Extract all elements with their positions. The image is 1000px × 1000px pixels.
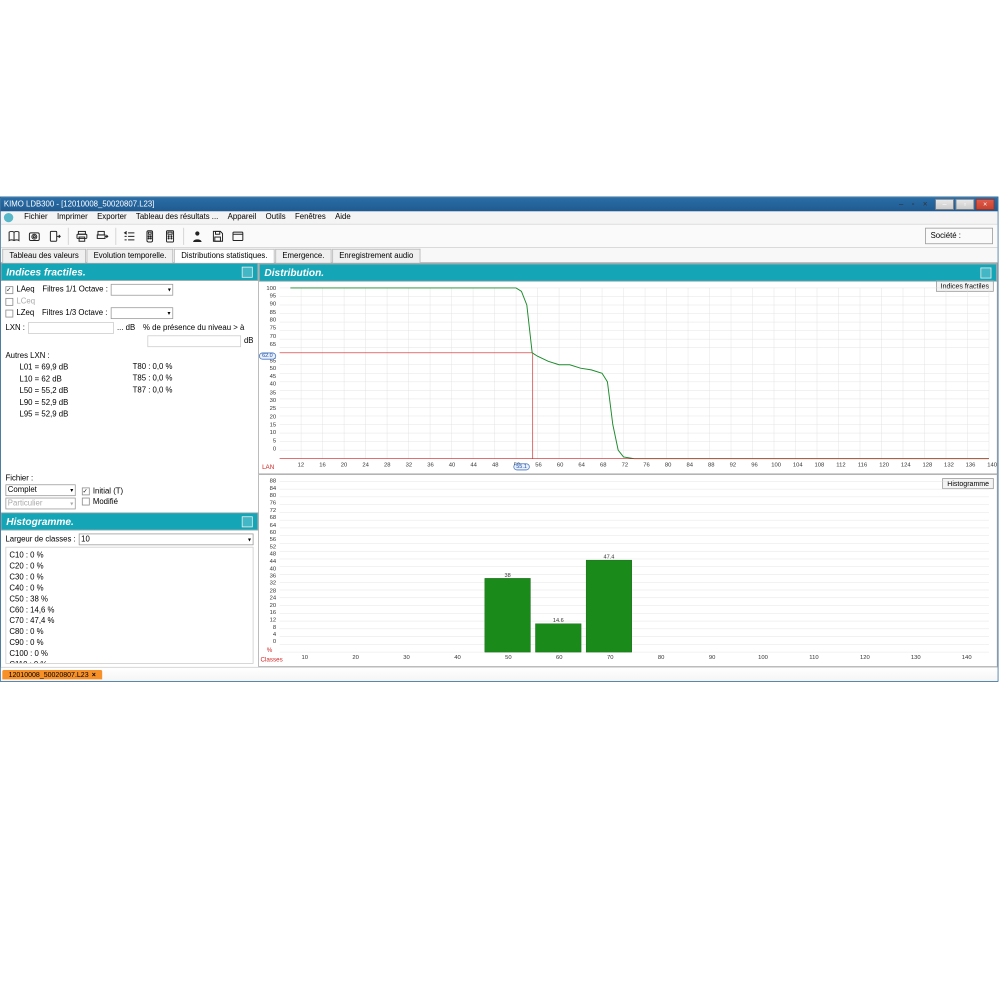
app-window: KIMO LDB300 - [12010008_50020807.L23] – … bbox=[0, 197, 998, 682]
tab-distributions[interactable]: Distributions statistiques. bbox=[174, 249, 274, 263]
lxn-input[interactable] bbox=[28, 322, 114, 334]
y-marker: 62.0 bbox=[259, 353, 276, 360]
combo-filter13[interactable]: ▾ bbox=[111, 307, 173, 319]
list-item: C20 : 0 % bbox=[9, 562, 249, 573]
x-marker: 55.1 bbox=[513, 463, 530, 470]
list-item: C90 : 0 % bbox=[9, 638, 249, 649]
checkbox-initial[interactable] bbox=[82, 487, 90, 495]
menu-item[interactable]: Aide bbox=[335, 213, 351, 222]
copy-icon[interactable] bbox=[980, 267, 991, 278]
tab-audio[interactable]: Enregistrement audio bbox=[332, 249, 420, 263]
tab-emergence[interactable]: Emergence. bbox=[275, 249, 331, 263]
list-item: C30 : 0 % bbox=[9, 573, 249, 584]
minimize-button[interactable]: – bbox=[935, 199, 954, 210]
svg-text:38: 38 bbox=[505, 572, 511, 578]
list-item: C10 : 0 % bbox=[9, 551, 249, 562]
window-title: KIMO LDB300 - [12010008_50020807.L23] bbox=[4, 200, 154, 209]
histogramme-chart: Histogramme 3814.647.4048121620242832364… bbox=[258, 474, 997, 667]
window-icon[interactable] bbox=[229, 227, 246, 244]
mdi-child-buttons[interactable]: – ▫ × bbox=[899, 200, 931, 209]
camera-icon[interactable] bbox=[26, 227, 43, 244]
copy-icon[interactable] bbox=[242, 266, 253, 277]
copy-icon[interactable] bbox=[242, 516, 253, 527]
print-export-icon[interactable] bbox=[94, 227, 111, 244]
list-item: C40 : 0 % bbox=[9, 583, 249, 594]
list-item: C110 : 0 % bbox=[9, 660, 249, 664]
svg-text:14.6: 14.6 bbox=[553, 618, 564, 624]
close-button[interactable]: × bbox=[976, 199, 995, 210]
checkbox-laeq[interactable] bbox=[5, 286, 13, 294]
menu-item[interactable]: Imprimer bbox=[57, 213, 88, 222]
device-icon[interactable] bbox=[141, 227, 158, 244]
close-icon[interactable]: × bbox=[92, 670, 96, 678]
list-item: C70 : 47,4 % bbox=[9, 616, 249, 627]
menu-item[interactable]: Outils bbox=[266, 213, 286, 222]
titlebar[interactable]: KIMO LDB300 - [12010008_50020807.L23] – … bbox=[1, 197, 998, 211]
menubar: Fichier Imprimer Exporter Tableau des ré… bbox=[1, 211, 998, 224]
toolbar: Société : bbox=[1, 225, 998, 248]
indices-header: Indices fractiles. bbox=[1, 263, 258, 281]
menu-item[interactable]: Exporter bbox=[97, 213, 126, 222]
task-tab[interactable]: 12010008_50020807.L23× bbox=[2, 670, 102, 679]
combo-particulier: Particulier▾ bbox=[5, 498, 75, 510]
societe-box: Société : bbox=[925, 228, 993, 244]
menu-item[interactable]: Tableau des résultats ... bbox=[136, 213, 218, 222]
x-axis-label: LAN bbox=[262, 463, 274, 470]
histogramme-header: Histogramme. bbox=[1, 512, 258, 530]
combo-largeur[interactable]: 10▾ bbox=[79, 534, 254, 546]
list-icon[interactable] bbox=[121, 227, 138, 244]
tabs-row: Tableau des valeurs Evolution temporelle… bbox=[1, 248, 998, 263]
list-item: C50 : 38 % bbox=[9, 594, 249, 605]
histogramme-panel: Largeur de classes : 10▾ C10 : 0 %C20 : … bbox=[1, 530, 258, 667]
maximize-button[interactable]: ▫ bbox=[955, 199, 974, 210]
menu-item[interactable]: Fenêtres bbox=[295, 213, 326, 222]
combo-filter11[interactable]: ▾ bbox=[111, 284, 173, 296]
tab-evolution[interactable]: Evolution temporelle. bbox=[87, 249, 174, 263]
combo-complet[interactable]: Complet▾ bbox=[5, 484, 75, 496]
app-icon bbox=[4, 213, 13, 222]
checkbox-modifie[interactable] bbox=[82, 498, 90, 506]
person-icon[interactable] bbox=[189, 227, 206, 244]
y-axis-label: % bbox=[267, 647, 273, 654]
menu-item[interactable]: Appareil bbox=[228, 213, 257, 222]
list-item: C80 : 0 % bbox=[9, 627, 249, 638]
export-icon[interactable] bbox=[46, 227, 63, 244]
save-icon[interactable] bbox=[209, 227, 226, 244]
svg-text:47.4: 47.4 bbox=[604, 554, 615, 560]
distribution-chart: Distribution. Indices fractiles 05101520… bbox=[258, 263, 997, 474]
checkbox-lceq[interactable] bbox=[5, 298, 13, 306]
taskbar: 12010008_50020807.L23× bbox=[1, 667, 998, 681]
calculator-icon[interactable] bbox=[161, 227, 178, 244]
print-icon[interactable] bbox=[73, 227, 90, 244]
menu-item[interactable]: Fichier bbox=[24, 213, 47, 222]
fichier-section: Fichier : Complet▾ Particulier▾ Initial … bbox=[1, 471, 258, 512]
x-axis-label: Classes bbox=[261, 656, 283, 663]
list-item: C60 : 14,6 % bbox=[9, 605, 249, 616]
list-item: C100 : 0 % bbox=[9, 649, 249, 660]
book-icon[interactable] bbox=[5, 227, 22, 244]
presence-input[interactable] bbox=[147, 335, 241, 347]
tab-valeurs[interactable]: Tableau des valeurs bbox=[2, 249, 85, 263]
checkbox-lzeq[interactable] bbox=[5, 309, 13, 317]
indices-panel: LAeq Filtres 1/1 Octave : ▾ LCeq LZeq Fi… bbox=[1, 281, 258, 424]
